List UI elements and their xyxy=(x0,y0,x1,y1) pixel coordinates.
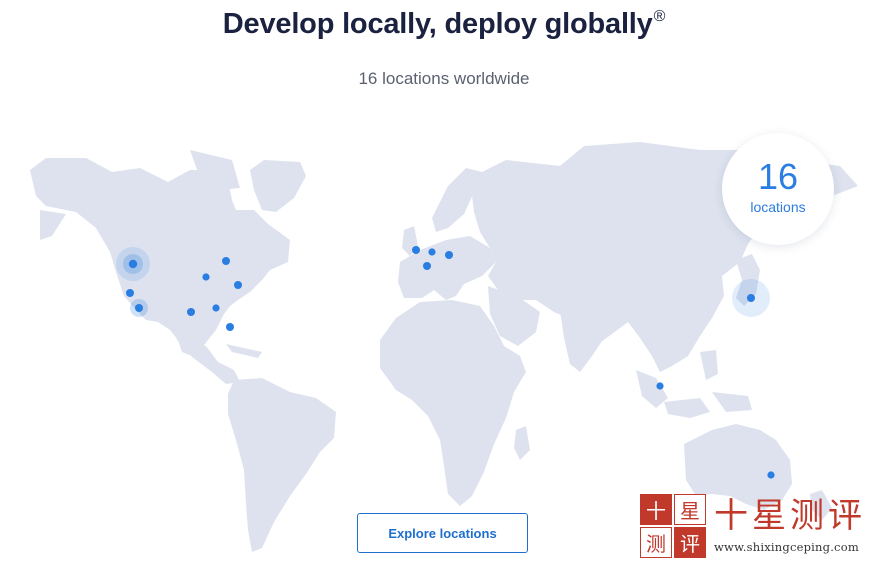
watermark-title: 十星测评 xyxy=(714,496,866,536)
explore-locations-button[interactable]: Explore locations xyxy=(357,513,528,553)
madagascar xyxy=(514,426,530,460)
location-pin[interactable] xyxy=(234,281,242,289)
watermark-url: www.shixingceping.com xyxy=(714,540,859,554)
location-pin[interactable] xyxy=(226,323,234,331)
central-america xyxy=(176,338,240,384)
location-pin[interactable] xyxy=(187,308,195,316)
location-pin[interactable] xyxy=(202,273,210,281)
location-pin[interactable] xyxy=(135,304,143,312)
north-america xyxy=(30,158,290,356)
alaska-tail xyxy=(40,210,66,240)
south-america xyxy=(228,378,336,552)
locations-label: locations xyxy=(750,199,806,215)
seal-char: 星 xyxy=(674,494,706,525)
location-pin[interactable] xyxy=(212,304,220,312)
watermark-seal: 十 星 测 评 xyxy=(640,494,706,558)
watermark: 十 星 测 评 十星测评 www.shixingceping.com xyxy=(640,494,885,560)
seal-char: 评 xyxy=(674,527,706,558)
seal-char: 测 xyxy=(640,527,672,558)
indonesia-a xyxy=(664,398,710,418)
location-pin[interactable] xyxy=(656,382,664,390)
location-pin[interactable] xyxy=(222,257,230,265)
location-pin[interactable] xyxy=(412,246,420,254)
caribbean xyxy=(226,344,262,358)
location-pin[interactable] xyxy=(428,248,436,256)
location-pin[interactable] xyxy=(767,471,775,479)
location-pin[interactable] xyxy=(423,262,431,270)
southeast-asia xyxy=(636,370,668,408)
location-pin[interactable] xyxy=(128,259,138,269)
location-pin[interactable] xyxy=(445,251,453,259)
philippines xyxy=(700,350,718,380)
locations-count: 16 xyxy=(757,156,799,197)
location-pin[interactable] xyxy=(126,289,134,297)
locations-count-badge: 16 locations xyxy=(722,133,834,245)
indonesia-b xyxy=(712,392,752,412)
greenland xyxy=(250,160,306,212)
location-pin[interactable] xyxy=(747,294,755,302)
seal-char: 十 xyxy=(640,494,672,525)
